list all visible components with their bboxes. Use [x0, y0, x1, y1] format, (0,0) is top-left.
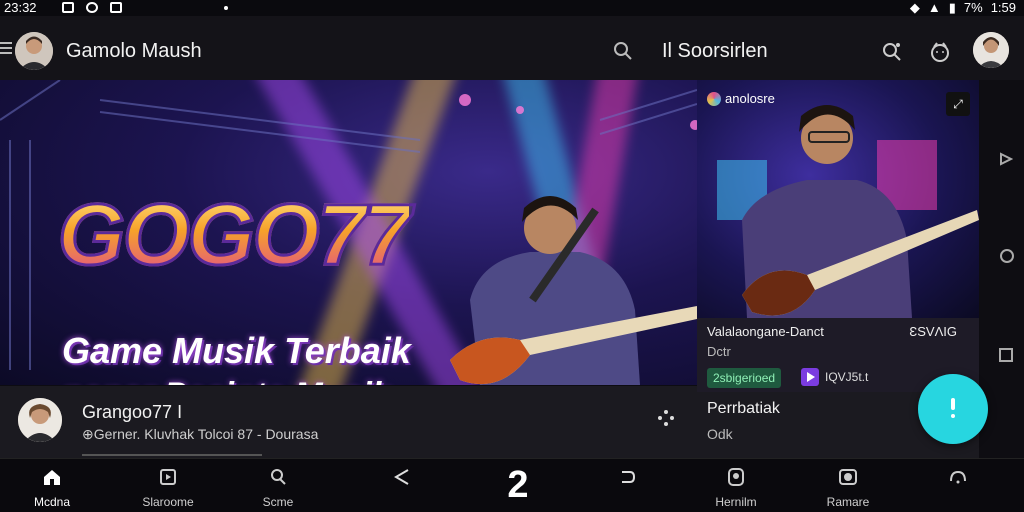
fab-icon [951, 398, 955, 410]
hero-logo: GOGO77 [56, 187, 412, 283]
back-triangle-icon [394, 469, 409, 485]
featured-card[interactable]: anolosre ⤢ Valalaongane-Danct ƐSVΛIG Dct… [697, 80, 979, 392]
app-screen: 23:32 ◆ ▲ ▮ 7% 1:59 Gamolo Maush Il Soor… [0, 0, 1024, 512]
signal-icon: ▲ [927, 0, 941, 15]
return-icon [622, 471, 636, 483]
nav-item-camera[interactable]: Ramare [808, 459, 888, 512]
card-badge-label: anolosre [725, 91, 775, 106]
guitarist-image [717, 105, 979, 318]
status-bar: 23:32 ◆ ▲ ▮ 7% 1:59 [0, 0, 1024, 16]
more-options-icon[interactable] [656, 408, 676, 428]
nav-item-label: Ramare [826, 495, 870, 509]
nav-item-home[interactable]: Mcdna [12, 459, 92, 512]
refresh-icon [950, 470, 966, 484]
app-title: Gamolo Maush [66, 40, 202, 62]
profile-icon [728, 468, 744, 486]
nav-item-label: Mcdna [33, 495, 71, 509]
card-info-title: Valalaongane-Danct [707, 324, 824, 339]
nav-center-label[interactable]: 2 [498, 465, 538, 505]
bottom-nav: Mcdna Slaroome Scme 2 Hernilm Ramare [0, 458, 1024, 512]
nav-item-profile[interactable]: Hernilm [696, 459, 776, 512]
nav-item-refresh[interactable] [918, 459, 998, 512]
play-icon[interactable] [801, 368, 819, 386]
home-circle-icon[interactable] [999, 248, 1015, 264]
status-clock-right: 1:59 [990, 0, 1016, 15]
nav-item-back[interactable] [362, 459, 442, 512]
now-playing-title: Grangoo77 I [82, 402, 183, 422]
expand-icon[interactable]: ⤢ [946, 92, 970, 116]
fab-icon-dot [951, 414, 955, 418]
status-dot [224, 6, 228, 10]
search-icon[interactable] [612, 40, 634, 62]
menu-icon[interactable] [0, 42, 12, 54]
hero-tagline-1: Game Musik Terbaik [62, 330, 411, 371]
card-info-sub: Dctr [707, 344, 731, 359]
battery-level: 7% [963, 0, 983, 15]
featured-card-art [697, 80, 979, 318]
back-icon[interactable] [999, 152, 1013, 166]
card-chip-text: IQVJ5t.t [825, 370, 869, 384]
badge-icon [707, 91, 721, 106]
app-subtitle[interactable]: Il Soorsirlen [662, 40, 768, 63]
artist-avatar [18, 398, 62, 442]
status-right: ◆ ▲ ▮ 7% 1:59 [910, 0, 1016, 15]
card-chip[interactable]: 2sbigerioed [707, 368, 782, 388]
playback-progress[interactable] [82, 454, 262, 456]
hero-tagline-2: papar Pecinta Musik [62, 376, 391, 385]
search-icon [271, 469, 286, 485]
message-icon [110, 2, 122, 13]
app-bar: Gamolo Maush Il Soorsirlen [0, 16, 1024, 80]
battery-icon: ▮ [948, 0, 956, 15]
status-time: 23:32 [4, 0, 37, 15]
hero-banner[interactable]: GOGO77 Game Musik Terbaik papar Pecinta … [0, 80, 697, 385]
recents-icon[interactable] [999, 348, 1013, 362]
app-notification-icon [86, 2, 98, 13]
search-plus-icon[interactable] [880, 40, 904, 64]
nav-item-return[interactable] [588, 459, 668, 512]
guitarist-image [450, 196, 697, 385]
nav-item-label: Hernilm [715, 495, 757, 509]
card-badge: anolosre [707, 91, 775, 106]
recommend-title: Perrbatiak [707, 400, 780, 417]
nav-item-label: Scme [262, 495, 294, 509]
profile-avatar[interactable] [973, 32, 1009, 68]
library-icon [160, 469, 176, 485]
recommend-subtitle: Odk [707, 426, 733, 442]
nav-item-search[interactable]: Scme [238, 459, 318, 512]
user-avatar[interactable] [15, 32, 53, 70]
camera-icon [839, 469, 857, 485]
notification-icon [62, 2, 74, 13]
face-icon[interactable] [928, 40, 952, 64]
nav-item-label: Slaroome [142, 495, 194, 509]
wifi-icon: ◆ [909, 0, 920, 15]
home-icon [44, 470, 60, 485]
now-playing-card[interactable]: Grangoo77 I ⊕Gerner. Kluvhak Tolcoi 87 -… [0, 386, 697, 458]
nav-item-library[interactable]: Slaroome [128, 459, 208, 512]
fab-button[interactable] [918, 374, 988, 444]
card-info-count: ƐSVΛIG [909, 324, 957, 339]
now-playing-subtitle: ⊕Gerner. Kluvhak Tolcoi 87 - Dourasa [82, 426, 319, 442]
